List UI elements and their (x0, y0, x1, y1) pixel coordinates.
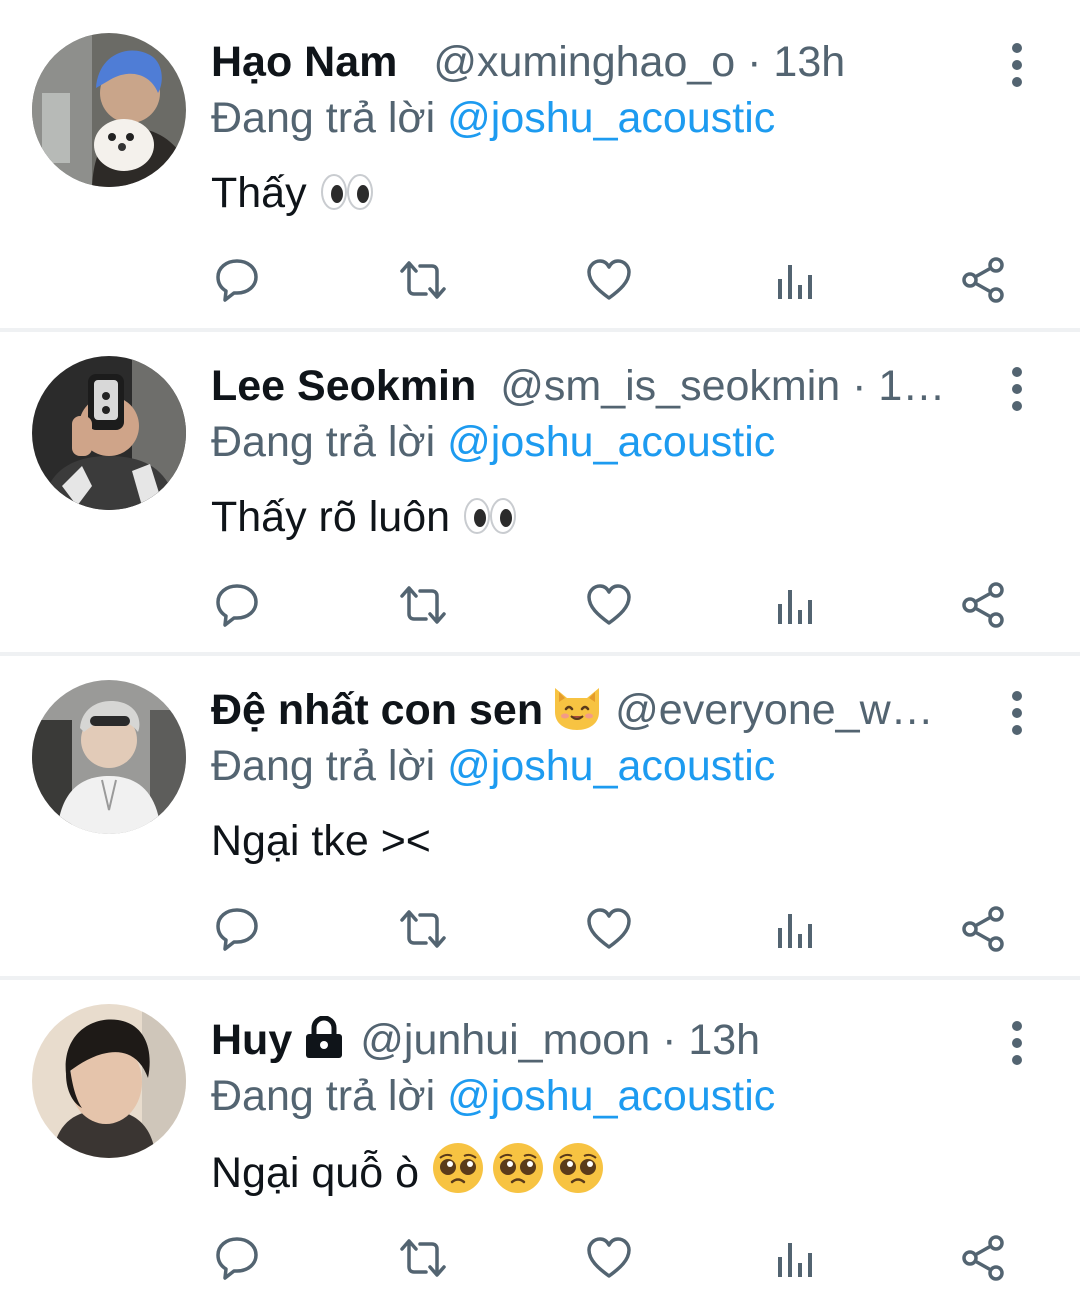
reply-icon[interactable] (212, 580, 262, 630)
display-name[interactable]: Lee Seokmin (211, 362, 476, 410)
reply-mention[interactable]: @joshu_acoustic (447, 418, 775, 466)
share-icon[interactable] (958, 580, 1008, 630)
tweet[interactable]: Lee Seokmin @sm_is_seokmin · 1… Đang trả… (0, 332, 1080, 652)
reply-mention[interactable]: @joshu_acoustic (447, 94, 775, 142)
avatar[interactable] (32, 356, 186, 510)
share-icon[interactable] (958, 904, 1008, 954)
retweet-icon[interactable] (398, 255, 448, 305)
tweet-actions (0, 1233, 1080, 1293)
tweet-text-content: Thấy (211, 169, 307, 217)
tweet-actions (0, 255, 1080, 315)
tweet-header: Đệ nhất con sen @everyone_w… (211, 680, 984, 740)
more-options-icon[interactable] (1000, 40, 1034, 90)
timestamp: · 1… (840, 362, 946, 410)
retweet-icon[interactable] (398, 904, 448, 954)
like-icon[interactable] (584, 1233, 634, 1283)
more-options-icon[interactable] (1000, 1018, 1034, 1068)
user-handle[interactable]: @xuminghao_o (433, 38, 735, 86)
replying-to: Đang trả lời @joshu_acoustic (211, 738, 775, 794)
tweet-actions (0, 904, 1080, 964)
views-icon[interactable] (771, 1233, 821, 1283)
user-handle[interactable]: @junhui_moon (360, 1016, 650, 1064)
timestamp: · 13h (650, 1016, 761, 1064)
views-icon[interactable] (771, 580, 821, 630)
eyes-emoji-icon (319, 169, 375, 231)
more-options-icon[interactable] (1000, 688, 1034, 738)
reply-icon[interactable] (212, 904, 262, 954)
tweet-header: Hạo Nam @xuminghao_o · 13h (211, 32, 984, 92)
replying-to: Đang trả lời @joshu_acoustic (211, 414, 775, 470)
tweet-header: Huy @junhui_moon · 13h (211, 1010, 984, 1070)
tweet-text: Ngại tke >< (211, 811, 431, 871)
tweet[interactable]: Hạo Nam @xuminghao_o · 13h Đang trả lời … (0, 0, 1080, 328)
avatar[interactable] (32, 680, 186, 834)
tweet-text: Ngại quỗ ò (211, 1141, 605, 1211)
display-name[interactable]: Huy (211, 1016, 292, 1064)
replying-to: Đang trả lời @joshu_acoustic (211, 90, 775, 146)
reply-icon[interactable] (212, 255, 262, 305)
views-icon[interactable] (771, 255, 821, 305)
reply-prefix: Đang trả lời (211, 94, 436, 142)
like-icon[interactable] (584, 580, 634, 630)
reply-prefix: Đang trả lời (211, 742, 436, 790)
display-name[interactable]: Hạo Nam (211, 38, 397, 86)
user-handle[interactable]: @everyone_w… (615, 686, 934, 734)
reply-prefix: Đang trả lời (211, 418, 436, 466)
reply-mention[interactable]: @joshu_acoustic (447, 1072, 775, 1120)
tweet-text-content: Ngại tke >< (211, 817, 431, 865)
like-icon[interactable] (584, 255, 634, 305)
display-name[interactable]: Đệ nhất con sen (211, 686, 543, 734)
avatar[interactable] (32, 1004, 186, 1158)
lock-icon (300, 1014, 348, 1070)
user-handle[interactable]: @sm_is_seokmin (500, 362, 840, 410)
like-icon[interactable] (584, 904, 634, 954)
tweet[interactable]: Huy @junhui_moon · 13h Đang trả lời @josh… (0, 980, 1080, 1309)
tweet-text: Thấy (211, 163, 375, 231)
eyes-emoji-icon (462, 493, 518, 555)
share-icon[interactable] (958, 1233, 1008, 1283)
tweet-actions (0, 580, 1080, 640)
cat-emoji-icon (549, 682, 605, 740)
reply-icon[interactable] (212, 1233, 262, 1283)
reply-prefix: Đang trả lời (211, 1072, 436, 1120)
tweet-text-content: Ngại quỗ ò (211, 1149, 419, 1197)
replying-to: Đang trả lời @joshu_acoustic (211, 1068, 775, 1124)
tweet[interactable]: Đệ nhất con sen @everyone_w… Đang trả lời… (0, 656, 1080, 976)
reply-mention[interactable]: @joshu_acoustic (447, 742, 775, 790)
tweet-text: Thấy rõ luôn (211, 487, 518, 555)
more-options-icon[interactable] (1000, 364, 1034, 414)
share-icon[interactable] (958, 255, 1008, 305)
retweet-icon[interactable] (398, 580, 448, 630)
timestamp: · 13h (735, 38, 846, 86)
tweet-header: Lee Seokmin @sm_is_seokmin · 1… (211, 356, 984, 416)
tweet-text-content: Thấy rõ luôn (211, 493, 451, 541)
avatar[interactable] (32, 33, 186, 187)
views-icon[interactable] (771, 904, 821, 954)
pleading-face-emoji-icon (431, 1141, 605, 1211)
retweet-icon[interactable] (398, 1233, 448, 1283)
